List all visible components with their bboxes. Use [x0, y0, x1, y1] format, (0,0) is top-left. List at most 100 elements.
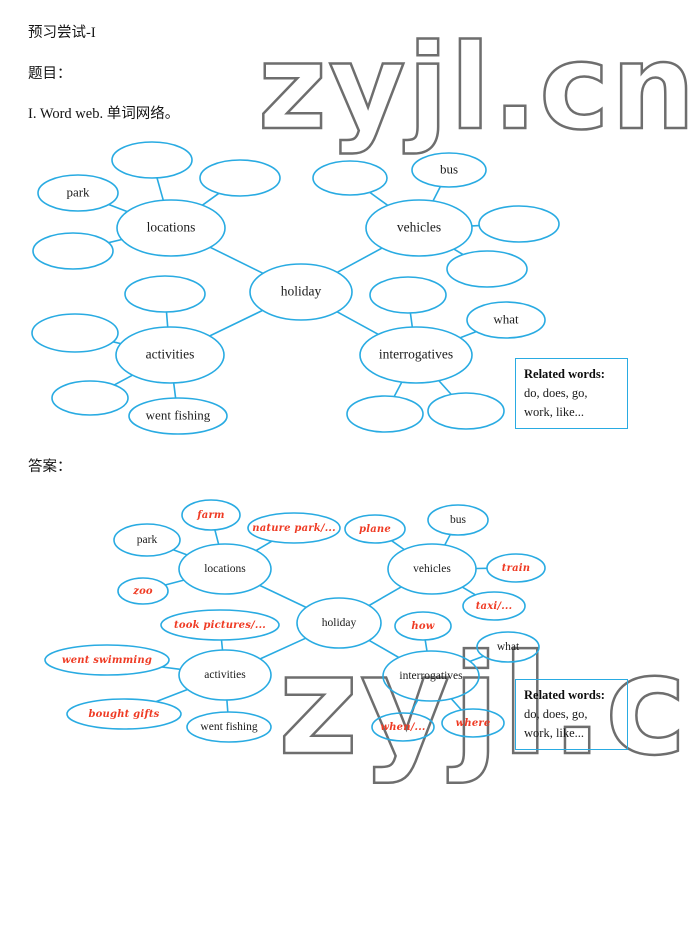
word-web-node-a-train[interactable]: train — [486, 553, 546, 583]
word-web-node-q-interrogatives[interactable]: interrogatives — [359, 326, 473, 384]
word-web-node-q-holiday[interactable]: holiday — [249, 263, 353, 321]
word-web-node-q-locations[interactable]: locations — [116, 199, 226, 257]
node-label: what — [497, 641, 520, 653]
node-connector — [336, 311, 379, 336]
word-web-node-q-int-lowright[interactable] — [427, 392, 505, 430]
word-web-node-q-act-top[interactable] — [124, 275, 206, 313]
related-words-title: Related words: — [524, 367, 605, 381]
node-label: activities — [146, 347, 195, 362]
header-text-block: 预习尝试-I 题目： I. Word web. 单词网络。 — [28, 26, 448, 148]
related-words-line-2: work, like... — [524, 725, 585, 740]
word-web-node-a-holiday[interactable]: holiday — [296, 597, 382, 649]
node-connector — [172, 382, 177, 399]
node-label: park — [137, 534, 158, 546]
node-label: holiday — [322, 617, 357, 629]
node-connector — [424, 639, 428, 652]
node-label: holiday — [281, 284, 322, 299]
node-connector — [259, 637, 307, 660]
node-connector — [438, 380, 452, 395]
node-label: activities — [204, 669, 246, 681]
node-connector — [409, 312, 414, 328]
node-connector — [368, 639, 400, 659]
word-web-node-a-plane[interactable]: plane — [344, 514, 406, 544]
node-connector — [368, 586, 402, 607]
node-label: taxi/... — [476, 601, 513, 612]
word-web-node-q-what[interactable]: what — [466, 301, 546, 339]
node-connector — [459, 330, 477, 339]
exercise-heading: I. Word web. 单词网络。 — [28, 106, 180, 122]
word-web-node-a-activities[interactable]: activities — [178, 649, 272, 701]
word-web-node-q-veh-right[interactable] — [478, 205, 560, 243]
word-web-node-q-bus[interactable]: bus — [411, 152, 487, 188]
node-ellipse — [312, 160, 388, 196]
node-connector — [214, 529, 220, 545]
word-web-node-q-park[interactable]: park — [37, 174, 119, 212]
node-connector — [108, 203, 128, 213]
word-web-node-a-locations[interactable]: locations — [178, 543, 272, 595]
node-ellipse — [51, 380, 129, 416]
word-web-node-a-zoo[interactable]: zoo — [117, 577, 169, 605]
node-label: bus — [450, 514, 467, 526]
word-web-node-a-bus[interactable]: bus — [427, 504, 489, 536]
word-web-node-a-where[interactable]: where — [441, 708, 505, 738]
node-label: farm — [196, 510, 224, 521]
word-web-node-a-nature-park[interactable]: nature park/... — [247, 512, 341, 544]
node-ellipse — [446, 250, 528, 288]
word-web-node-a-interrogatives[interactable]: interrogatives — [382, 650, 480, 702]
word-web-node-a-went-fishing[interactable]: went fishing — [186, 711, 272, 743]
node-connector — [369, 191, 389, 207]
node-connector — [108, 238, 122, 244]
word-web-node-a-took-pictures[interactable]: took pictures/... — [160, 609, 280, 641]
node-label: how — [411, 621, 434, 632]
related-words-box-answer: Related words: do, does, go, work, like.… — [515, 679, 628, 751]
word-web-node-a-when[interactable]: when/... — [371, 712, 435, 742]
node-ellipse — [199, 159, 281, 197]
word-web-node-a-went-swimming[interactable]: went swimming — [44, 644, 170, 676]
node-ellipse — [31, 313, 119, 353]
word-web-node-q-veh-lowright[interactable] — [446, 250, 528, 288]
node-label: went fishing — [146, 407, 211, 422]
node-connector — [155, 688, 188, 703]
node-connector — [450, 698, 462, 711]
word-web-node-a-vehicles[interactable]: vehicles — [387, 543, 477, 595]
word-web-node-q-activities[interactable]: activities — [115, 326, 225, 384]
word-web-node-a-bought-gifts[interactable]: bought gifts — [66, 698, 182, 730]
related-words-box-question: Related words: do, does, go, work, like.… — [515, 358, 628, 430]
node-connector — [453, 248, 464, 256]
node-label: train — [502, 563, 530, 574]
node-label: when/... — [380, 722, 425, 733]
node-connector — [209, 309, 263, 337]
word-web-node-q-act-left[interactable] — [31, 313, 119, 353]
node-label: plane — [359, 524, 391, 535]
word-web-node-q-loc-topright[interactable] — [199, 159, 281, 197]
node-connector — [432, 186, 442, 202]
node-label: what — [493, 311, 519, 326]
word-web-node-q-vehicles[interactable]: vehicles — [365, 199, 473, 257]
node-label: where — [456, 718, 491, 729]
word-web-node-a-taxi[interactable]: taxi/... — [462, 591, 526, 621]
word-web-node-a-park[interactable]: park — [113, 523, 181, 557]
node-connector — [165, 311, 169, 328]
node-label: took pictures/... — [174, 620, 266, 631]
word-web-node-q-int-lowleft[interactable] — [346, 395, 424, 433]
word-web-node-q-went-fishing[interactable]: went fishing — [128, 397, 228, 435]
node-label: bought gifts — [88, 709, 159, 720]
node-ellipse — [478, 205, 560, 243]
node-ellipse — [427, 392, 505, 430]
word-web-node-q-int-top[interactable] — [369, 276, 447, 314]
node-connector — [259, 584, 307, 609]
word-web-node-q-loc-left[interactable] — [32, 232, 114, 270]
word-web-node-a-farm[interactable]: farm — [181, 499, 241, 531]
word-web-node-q-act-lowleft[interactable] — [51, 380, 129, 416]
related-words-line-1: do, does, go, — [524, 706, 588, 721]
word-web-node-q-veh-topleft[interactable] — [312, 160, 388, 196]
node-label: interrogatives — [399, 670, 463, 682]
node-connector — [161, 666, 181, 671]
related-words-title: Related words: — [524, 688, 605, 702]
node-label: went fishing — [200, 721, 257, 733]
node-label: locations — [147, 220, 196, 235]
node-label: vehicles — [413, 563, 451, 575]
word-web-node-a-how[interactable]: how — [394, 611, 452, 641]
word-web-node-a-what[interactable]: what — [476, 631, 540, 663]
related-words-line-2: work, like... — [524, 404, 585, 419]
